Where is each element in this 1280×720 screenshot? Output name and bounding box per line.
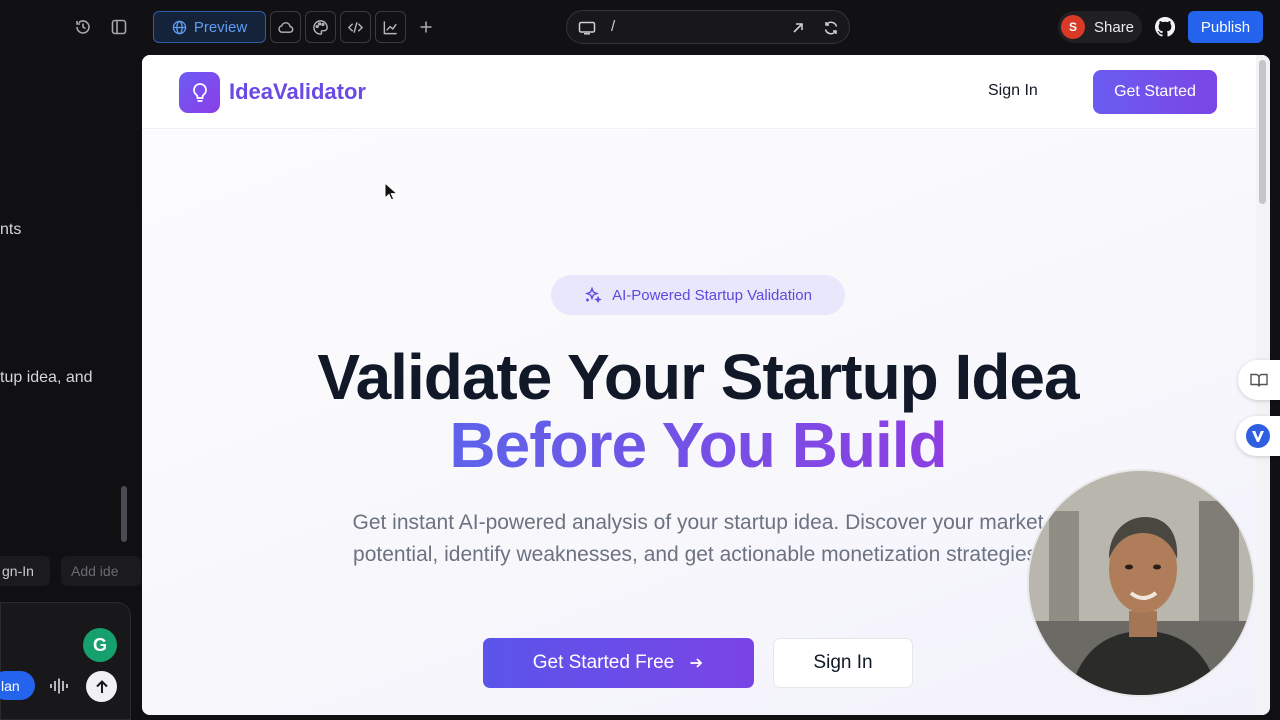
cloud-icon <box>278 21 294 33</box>
app-toolbar: Preview / S Share Publish <box>0 0 1280 56</box>
chat-message-fragment: tup idea, and <box>0 369 93 386</box>
history-icon[interactable] <box>70 14 96 40</box>
chat-panel: nts tup idea, and gn-In Add ide G lan <box>0 56 142 720</box>
globe-icon <box>172 20 187 34</box>
hero-subtitle: Get instant AI-powered analysis of your … <box>352 511 1044 566</box>
sparkles-icon <box>585 286 602 304</box>
webcam-overlay <box>1027 469 1255 697</box>
voice-waveform-icon[interactable] <box>49 677 69 695</box>
hero-sign-in-button[interactable]: Sign In <box>773 638 913 688</box>
github-icon <box>1155 17 1175 37</box>
badge-label: AI-Powered Startup Validation <box>612 286 812 304</box>
lightbulb-icon[interactable] <box>179 72 220 113</box>
send-button[interactable] <box>86 671 117 702</box>
analytics-button[interactable] <box>375 11 406 43</box>
vpn-shield-icon <box>1246 424 1270 448</box>
open-external-icon[interactable] <box>791 21 805 35</box>
suggestion-chip[interactable]: gn-In <box>0 556 50 586</box>
avatar: S <box>1061 15 1085 39</box>
url-bar[interactable]: / <box>566 10 850 44</box>
share-label: Share <box>1094 18 1135 36</box>
chart-line-icon <box>383 20 397 34</box>
publish-button[interactable]: Publish <box>1188 11 1263 43</box>
code-icon <box>347 21 364 33</box>
preview-button[interactable]: Preview <box>153 11 266 43</box>
brand-name[interactable]: IdeaValidator <box>229 79 366 105</box>
suggestion-chip[interactable]: Add ide <box>61 556 141 586</box>
hero-title-highlight: Before You Build <box>449 409 947 481</box>
share-button[interactable]: S Share <box>1058 11 1142 43</box>
preview-label: Preview <box>193 18 248 36</box>
plus-icon[interactable] <box>413 14 439 40</box>
plan-button[interactable]: lan <box>0 671 35 700</box>
device-monitor-icon[interactable] <box>578 21 596 35</box>
github-button[interactable] <box>1150 12 1180 42</box>
hero-title-line2: Before You Build <box>142 408 1254 482</box>
preview-scrollbar-thumb[interactable] <box>1259 60 1266 204</box>
extension-button[interactable] <box>1236 416 1280 456</box>
chat-message-fragment: nts <box>0 221 22 238</box>
ai-badge: AI-Powered Startup Validation <box>551 275 845 315</box>
get-started-free-button[interactable]: Get Started Free <box>483 638 754 688</box>
grammarly-icon[interactable]: G <box>83 628 117 662</box>
hero-title-line1: Validate Your Startup Idea <box>317 341 1079 413</box>
refresh-icon[interactable] <box>823 20 839 36</box>
palette-icon <box>313 19 328 35</box>
theme-button[interactable] <box>305 11 336 43</box>
reader-button[interactable] <box>1238 360 1280 400</box>
sidebar-toggle-icon[interactable] <box>106 14 132 40</box>
url-path[interactable]: / <box>611 18 615 35</box>
chat-composer[interactable]: G lan <box>0 602 131 720</box>
chat-scrollbar[interactable] <box>121 486 127 542</box>
site-header: IdeaValidator Sign In Get Started <box>142 55 1256 129</box>
arrow-up-icon <box>95 679 108 693</box>
nav-sign-in-link[interactable]: Sign In <box>988 82 1038 100</box>
cta-primary-label: Get Started Free <box>532 652 675 673</box>
presenter-video-image <box>1029 471 1253 695</box>
nav-get-started-button[interactable]: Get Started <box>1093 70 1217 114</box>
book-open-icon <box>1250 373 1268 387</box>
code-button[interactable] <box>340 11 371 43</box>
mouse-cursor-icon <box>384 182 398 201</box>
cloud-button[interactable] <box>270 11 301 43</box>
arrow-right-icon <box>690 658 703 668</box>
